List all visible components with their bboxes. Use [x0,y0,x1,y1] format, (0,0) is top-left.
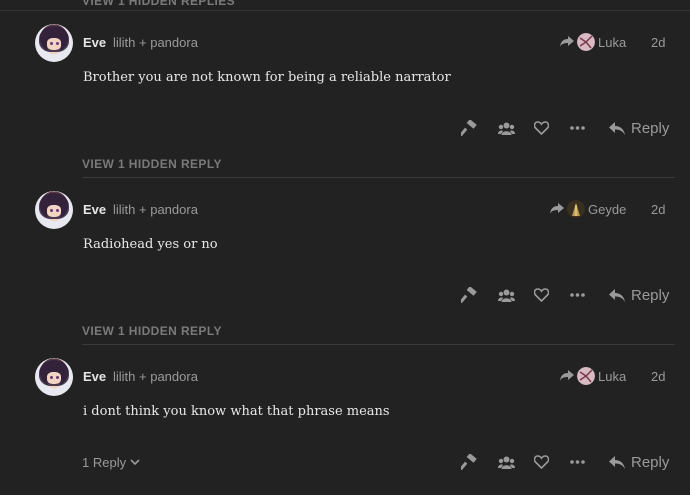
reply-button[interactable]: Reply [609,450,669,474]
post-body: Brother you are not known for being a re… [83,70,451,85]
admin-hammer-button[interactable] [461,283,477,307]
reply-to-username: Luka [598,34,627,50]
user-fullname[interactable]: lilith + pandora [113,202,198,217]
ellipsis-icon [570,460,585,464]
heart-icon [534,455,549,469]
post: Eve lilith + pandora Geyde 2d Radiohead … [0,177,690,327]
reply-to-avatar [567,200,585,218]
group-button[interactable] [498,283,515,307]
hidden-replies-link-top[interactable]: VIEW 1 HIDDEN REPLIES [82,0,235,8]
reply-to-username: Geyde [588,201,627,217]
like-button[interactable] [534,116,549,140]
avatar[interactable] [35,191,73,229]
post-actions: Reply [0,116,690,140]
heart-icon [534,121,549,135]
post-body: Radiohead yes or no [83,237,218,252]
like-button[interactable] [534,450,549,474]
user-fullname[interactable]: lilith + pandora [113,35,198,50]
show-replies-button[interactable]: 1 Reply [82,450,140,474]
reply-label: Reply [631,119,670,137]
reply-to-avatar [577,33,595,51]
reply-icon [609,455,625,469]
post-actions: Reply [0,283,690,307]
reply-button[interactable]: Reply [609,283,669,307]
username[interactable]: Eve [83,35,106,50]
post-actions: 1 Reply Reply [0,450,690,474]
ellipsis-icon [570,126,585,130]
post-date[interactable]: 2d [651,202,665,217]
reply-button[interactable]: Reply [609,116,669,140]
avatar[interactable] [35,358,73,396]
reply-to-avatar [577,367,595,385]
avatar[interactable] [35,24,73,62]
hammer-icon [461,287,477,303]
post: Eve lilith + pandora Luka 2d Brother you… [0,10,690,160]
users-icon [498,122,515,135]
chevron-down-icon [130,458,140,465]
reply-to-username: Luka [598,368,627,384]
admin-hammer-button[interactable] [461,450,477,474]
reply-label: Reply [631,286,670,304]
post: Eve lilith + pandora Luka 2d i dont thin… [0,344,690,494]
like-button[interactable] [534,283,549,307]
replies-count-label: 1 Reply [82,454,127,470]
more-button[interactable] [570,450,585,474]
group-button[interactable] [498,450,515,474]
user-fullname[interactable]: lilith + pandora [113,369,198,384]
reply-to-tab[interactable]: Luka [560,366,626,386]
heart-icon [534,288,549,302]
users-icon [498,456,515,469]
hammer-icon [461,454,477,470]
post-date[interactable]: 2d [651,369,665,384]
share-arrow-icon [560,36,574,47]
more-button[interactable] [570,116,585,140]
ellipsis-icon [570,293,585,297]
hammer-icon [461,120,477,136]
share-arrow-icon [560,370,574,381]
reply-to-tab[interactable]: Geyde [550,199,626,219]
admin-hammer-button[interactable] [461,116,477,140]
post-date[interactable]: 2d [651,35,665,50]
more-button[interactable] [570,283,585,307]
post-body: i dont think you know what that phrase m… [83,404,390,419]
reply-icon [609,288,625,302]
username[interactable]: Eve [83,202,106,217]
group-button[interactable] [498,116,515,140]
reply-label: Reply [631,453,670,471]
reply-icon [609,121,625,135]
view-hidden-reply-link[interactable]: VIEW 1 HIDDEN REPLY [82,157,222,171]
share-arrow-icon [550,203,564,214]
view-hidden-reply-link[interactable]: VIEW 1 HIDDEN REPLY [82,324,222,338]
users-icon [498,289,515,302]
username[interactable]: Eve [83,369,106,384]
reply-to-tab[interactable]: Luka [560,32,626,52]
